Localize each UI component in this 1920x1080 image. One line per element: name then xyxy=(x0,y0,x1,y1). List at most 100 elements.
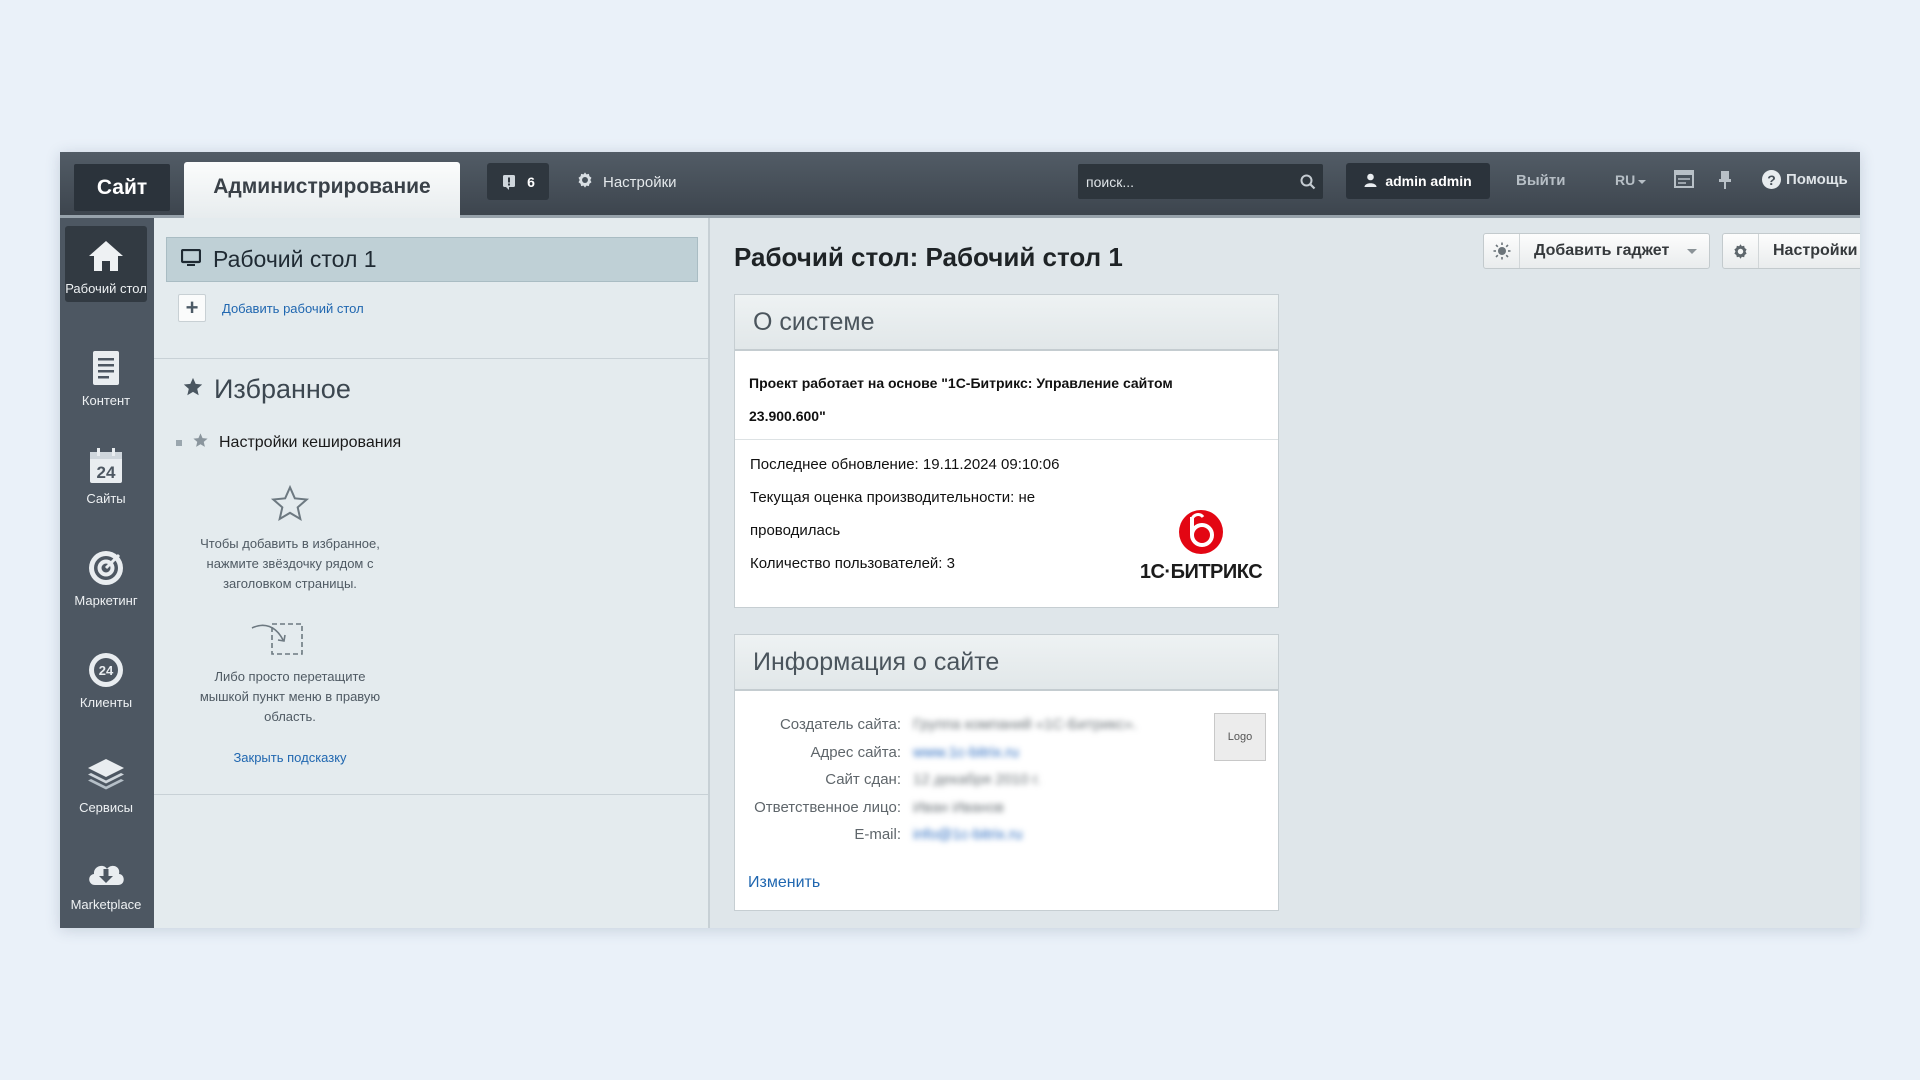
user-name: admin admin xyxy=(1385,173,1472,189)
sidebar-item-label: Рабочий стол xyxy=(65,281,147,296)
site-email-link[interactable]: info@1c-bitrix.ru xyxy=(913,821,1022,849)
window-icon[interactable] xyxy=(1674,170,1694,193)
star-icon xyxy=(182,374,204,405)
sidebar-item-desktop[interactable]: Рабочий стол xyxy=(65,226,147,302)
site-info-row: Адрес сайта: www.1c-bitrix.ru xyxy=(735,739,1278,767)
search-icon[interactable] xyxy=(1293,174,1323,190)
site-logo-placeholder: Logo xyxy=(1214,713,1266,761)
site-info-label: E-mail: xyxy=(854,826,901,843)
add-desktop-label: Добавить рабочий стол xyxy=(222,300,364,316)
site-info-value: Иван Иванов xyxy=(913,798,1004,816)
question-icon: ? xyxy=(1762,170,1781,189)
star-icon xyxy=(192,432,209,454)
bitrix-logo-text: 1С·БИТРИКС xyxy=(1139,561,1263,583)
site-info-row: Ответственное лицо: Иван Иванов xyxy=(735,794,1278,822)
divider xyxy=(154,794,708,795)
main-area: Рабочий стол: Рабочий стол 1 Добавить га… xyxy=(710,218,1860,928)
favorites-hint-drag: Либо просто перетащите мышкой пункт меню… xyxy=(199,669,381,724)
add-gadget-label: Добавить гаджет xyxy=(1534,242,1670,259)
site-info-value: Группа компаний «1С-Битрикс». xyxy=(913,716,1137,733)
add-desktop-button[interactable]: + Добавить рабочий стол xyxy=(178,294,364,322)
pin-icon[interactable] xyxy=(1718,170,1732,195)
last-update-text: Последнее обновление: 19.11.2024 09:10:0… xyxy=(750,456,1060,473)
site-info-row: Создатель сайта: Группа компаний «1С-Бит… xyxy=(735,711,1278,739)
gear-icon xyxy=(576,171,594,193)
site-url-link[interactable]: www.1c-bitrix.ru xyxy=(913,739,1019,767)
search-box xyxy=(1078,164,1323,199)
site-info-gadget: Информация о сайте Создатель сайта: Груп… xyxy=(734,634,1279,911)
site-info-label: Ответственное лицо: xyxy=(754,798,901,816)
site-info-row: Сайт сдан: 12 декабря 2010 г. xyxy=(735,766,1278,794)
target-icon xyxy=(87,546,125,590)
users-count-text: Количество пользователей: 3 xyxy=(750,555,955,572)
tab-admin[interactable]: Администрирование xyxy=(184,162,460,218)
top-settings-button[interactable]: Настройки xyxy=(576,165,677,199)
lightbulb-icon xyxy=(1484,234,1520,268)
sidebar-item-content[interactable]: Контент xyxy=(65,346,147,408)
monitor-icon xyxy=(180,246,202,273)
chevron-down-icon xyxy=(1687,248,1698,254)
plus-icon: + xyxy=(178,294,206,322)
desktop-tab-active[interactable]: Рабочий стол 1 xyxy=(166,237,698,282)
divider xyxy=(154,358,708,359)
system-gadget: О системе Проект работает на основе "1С-… xyxy=(734,294,1279,608)
tab-site[interactable]: Сайт xyxy=(74,164,170,211)
performance-text-2: проводилась xyxy=(750,522,841,539)
document-icon xyxy=(90,346,122,390)
site-info-label: Адрес сайта: xyxy=(810,743,901,761)
chevron-down-icon xyxy=(1638,172,1647,188)
sidebar-item-marketplace[interactable]: Marketplace xyxy=(65,850,147,912)
notifications-button[interactable]: 6 xyxy=(487,163,549,200)
top-panel: Сайт Администрирование 6 Настройки admin xyxy=(60,152,1860,218)
sidebar-item-label: Маркетинг xyxy=(74,593,138,608)
logout-link[interactable]: Выйти xyxy=(1516,172,1565,189)
calendar-24-icon: 24 xyxy=(88,444,124,488)
sidebar-item-marketing[interactable]: Маркетинг xyxy=(65,546,147,608)
help-label: Помощь xyxy=(1786,171,1848,188)
notification-icon xyxy=(501,174,517,190)
site-info-label: Сайт сдан: xyxy=(825,771,901,788)
gear-icon xyxy=(1723,234,1759,268)
page-title: Рабочий стол: Рабочий стол 1 xyxy=(734,242,1123,272)
bitrix-logo: 1С·БИТРИКС xyxy=(1139,509,1263,584)
edit-site-info-link[interactable]: Изменить xyxy=(748,874,820,892)
desktop-panel: Рабочий стол 1 + Добавить рабочий стол И… xyxy=(154,218,710,928)
close-hint-link[interactable]: Закрыть подсказку xyxy=(190,750,390,765)
user-button[interactable]: admin admin xyxy=(1346,163,1490,199)
system-product-line-2: 23.900.600" xyxy=(749,408,826,424)
site-info-value: 12 декабря 2010 г. xyxy=(913,771,1041,788)
sidebar-item-clients[interactable]: 24 Клиенты xyxy=(65,648,147,710)
site-info-row: E-mail: info@1c-bitrix.ru xyxy=(735,821,1278,849)
language-label: RU xyxy=(1615,172,1636,188)
sidebar-item-label: Сайты xyxy=(86,491,126,506)
sidebar-item-label: Клиенты xyxy=(79,695,133,710)
language-selector[interactable]: RU xyxy=(1615,172,1647,188)
cloud-download-icon xyxy=(85,850,127,894)
star-outline-icon xyxy=(270,484,310,529)
site-info-title[interactable]: Информация о сайте xyxy=(735,635,1278,691)
main-settings-button[interactable]: Настройки xyxy=(1722,233,1860,269)
notifications-count: 6 xyxy=(527,173,535,190)
favorites-item-label: Настройки кеширования xyxy=(219,434,402,451)
favorites-item[interactable]: Настройки кеширования xyxy=(176,432,401,454)
sidebar-item-sites[interactable]: 24 Сайты xyxy=(65,444,147,506)
desktop-tab-label: Рабочий стол 1 xyxy=(213,246,377,272)
help-button[interactable]: ? Помощь xyxy=(1762,170,1848,189)
drag-icon xyxy=(250,620,306,665)
site-info-label: Создатель сайта: xyxy=(779,716,901,733)
search-input[interactable] xyxy=(1078,164,1293,199)
main-settings-label: Настройки xyxy=(1773,242,1858,259)
site-info-body: Создатель сайта: Группа компаний «1С-Бит… xyxy=(735,691,1278,849)
clients-24-icon: 24 xyxy=(87,648,125,692)
bullet xyxy=(176,440,182,446)
svg-text:24: 24 xyxy=(99,663,114,678)
system-gadget-title[interactable]: О системе xyxy=(735,295,1278,351)
add-gadget-button[interactable]: Добавить гаджет xyxy=(1483,233,1711,269)
favorites-title-label: Избранное xyxy=(214,374,351,404)
sidebar-item-services[interactable]: Сервисы xyxy=(65,753,147,815)
admin-window: Сайт Администрирование 6 Настройки admin xyxy=(60,152,1860,928)
favorites-hint-star: Чтобы добавить в избранное, нажмите звёз… xyxy=(200,536,380,591)
home-icon xyxy=(86,234,126,278)
sidebar-item-label: Сервисы xyxy=(79,800,133,815)
top-settings-label: Настройки xyxy=(603,173,677,191)
